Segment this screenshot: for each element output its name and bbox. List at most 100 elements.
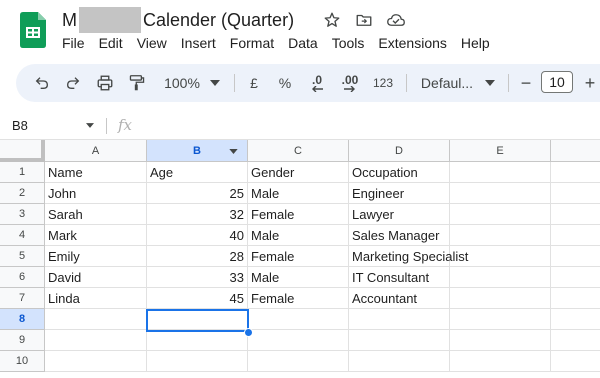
redo-icon[interactable]	[61, 64, 85, 102]
grid-cell[interactable]: 25	[147, 183, 248, 204]
header-cell[interactable]: Name	[45, 162, 147, 183]
sheets-logo-icon[interactable]	[20, 12, 46, 48]
grid-cell[interactable]: Female	[248, 288, 349, 309]
name-box[interactable]: B8	[12, 118, 28, 133]
grid-cell[interactable]	[147, 330, 248, 351]
grid-cell[interactable]	[349, 351, 450, 372]
header-cell[interactable]: Occupation	[349, 162, 450, 183]
grid-cell[interactable]: Female	[248, 246, 349, 267]
row-header-2[interactable]: 2	[0, 183, 45, 204]
grid-cell[interactable]	[450, 309, 551, 330]
grid-cell[interactable]	[450, 288, 551, 309]
row-header-7[interactable]: 7	[0, 288, 45, 309]
grid-cell[interactable]	[349, 309, 450, 330]
move-folder-icon[interactable]	[354, 10, 374, 30]
chevron-down-icon[interactable]	[86, 123, 94, 128]
row-header-4[interactable]: 4	[0, 225, 45, 246]
grid-cell[interactable]: Mark	[45, 225, 147, 246]
grid-cell[interactable]	[551, 288, 600, 309]
grid-cell[interactable]: Accountant	[349, 288, 450, 309]
grid-cell[interactable]	[551, 351, 600, 372]
grid-cell[interactable]	[450, 246, 551, 267]
grid-cell[interactable]	[45, 351, 147, 372]
font-size-input[interactable]: 10	[541, 71, 573, 93]
grid-cell[interactable]: 33	[147, 267, 248, 288]
grid-cell[interactable]	[450, 330, 551, 351]
row-header-8[interactable]: 8	[0, 309, 45, 330]
column-header-f[interactable]	[551, 140, 600, 162]
grid-cell[interactable]: Marketing Specialist	[349, 246, 468, 267]
menu-tools[interactable]: Tools	[332, 35, 365, 51]
grid-cell[interactable]	[551, 162, 600, 183]
grid-cell[interactable]: Male	[248, 183, 349, 204]
zoom-select[interactable]: 100%	[160, 64, 224, 102]
row-header-10[interactable]: 10	[0, 351, 45, 372]
grid-cell[interactable]	[551, 246, 600, 267]
row-header-6[interactable]: 6	[0, 267, 45, 288]
menu-format[interactable]: Format	[230, 35, 274, 51]
menu-help[interactable]: Help	[461, 35, 490, 51]
grid-cell[interactable]: IT Consultant	[349, 267, 450, 288]
grid-cell[interactable]	[450, 204, 551, 225]
menu-view[interactable]: View	[137, 35, 167, 51]
grid-cell[interactable]	[349, 330, 450, 351]
grid-cell[interactable]: 40	[147, 225, 248, 246]
menu-edit[interactable]: Edit	[99, 35, 123, 51]
row-header-3[interactable]: 3	[0, 204, 45, 225]
grid-cell[interactable]	[551, 330, 600, 351]
grid-cell[interactable]	[450, 183, 551, 204]
paint-format-icon[interactable]	[125, 64, 149, 102]
column-header-c[interactable]: C	[248, 140, 349, 162]
grid-cell[interactable]: Male	[248, 267, 349, 288]
grid-cell[interactable]: 45	[147, 288, 248, 309]
grid-cell[interactable]	[551, 225, 600, 246]
grid-cell[interactable]	[45, 309, 147, 330]
grid-cell[interactable]: Sales Manager	[349, 225, 450, 246]
increase-font-size-button[interactable]: +	[580, 64, 600, 102]
row-header-9[interactable]: 9	[0, 330, 45, 351]
grid-cell[interactable]	[147, 351, 248, 372]
chevron-down-icon[interactable]	[229, 149, 238, 154]
grid-cell[interactable]	[248, 351, 349, 372]
header-cell[interactable]: Gender	[248, 162, 349, 183]
row-header-5[interactable]: 5	[0, 246, 45, 267]
grid-cell[interactable]: David	[45, 267, 147, 288]
column-header-e[interactable]: E	[450, 140, 551, 162]
grid-cell[interactable]	[450, 267, 551, 288]
menu-data[interactable]: Data	[288, 35, 318, 51]
font-select[interactable]: Defaul...	[416, 64, 500, 102]
currency-button[interactable]: £	[244, 64, 264, 102]
grid-cell[interactable]	[450, 351, 551, 372]
grid-cell[interactable]: Emily	[45, 246, 147, 267]
document-title[interactable]: M Calender (Quarter)	[62, 7, 294, 33]
cloud-saved-icon[interactable]	[386, 10, 406, 30]
number-format-button[interactable]: 123	[370, 64, 396, 102]
grid-cell[interactable]	[45, 330, 147, 351]
grid-cell[interactable]: Lawyer	[349, 204, 450, 225]
fill-handle[interactable]	[244, 328, 253, 337]
grid-cell[interactable]	[450, 162, 551, 183]
grid-cell[interactable]: Linda	[45, 288, 147, 309]
select-all-corner[interactable]	[0, 140, 45, 162]
grid-cell[interactable]: Male	[248, 225, 349, 246]
print-icon[interactable]	[93, 64, 117, 102]
grid-cell[interactable]: Sarah	[45, 204, 147, 225]
percent-button[interactable]: %	[275, 64, 295, 102]
grid-cell[interactable]	[551, 267, 600, 288]
grid-cell[interactable]: Engineer	[349, 183, 450, 204]
grid-cell[interactable]: 28	[147, 246, 248, 267]
menu-insert[interactable]: Insert	[181, 35, 216, 51]
grid-cell[interactable]	[551, 204, 600, 225]
star-icon[interactable]	[322, 10, 342, 30]
decrease-decimal-button[interactable]: .0	[304, 64, 330, 102]
column-header-a[interactable]: A	[45, 140, 147, 162]
grid-cell[interactable]: Female	[248, 204, 349, 225]
grid-cell[interactable]	[248, 330, 349, 351]
grid-cell[interactable]: 32	[147, 204, 248, 225]
grid-cell[interactable]	[551, 309, 600, 330]
increase-decimal-button[interactable]: .00	[336, 64, 364, 102]
column-header-b[interactable]: B	[147, 140, 248, 162]
menu-extensions[interactable]: Extensions	[378, 35, 446, 51]
grid-cell[interactable]: John	[45, 183, 147, 204]
row-header-1[interactable]: 1	[0, 162, 45, 183]
